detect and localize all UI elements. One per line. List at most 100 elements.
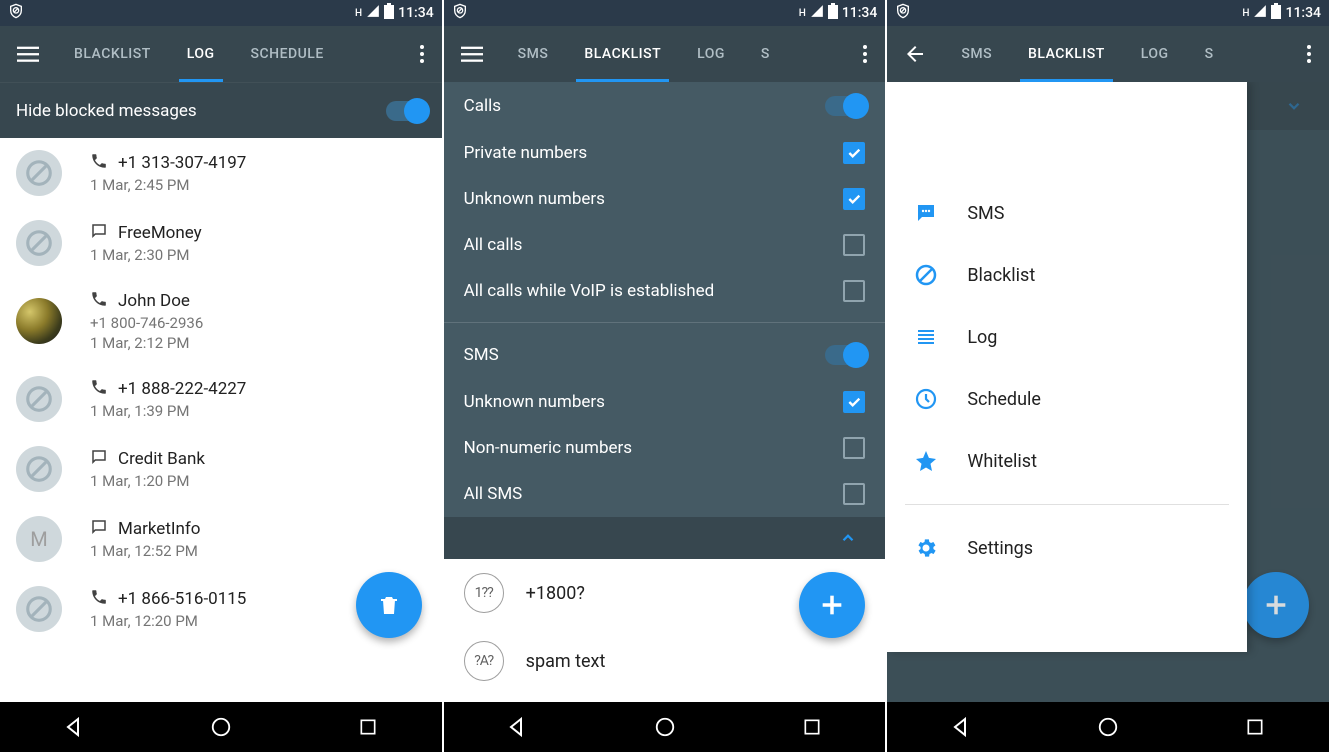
- entry-title: +1 866-516-0115: [118, 589, 246, 609]
- overflow-icon[interactable]: [845, 26, 885, 82]
- avatar: [16, 298, 62, 344]
- option-checkbox[interactable]: [843, 280, 865, 302]
- app-bar: BLACKLIST LOG SCHEDULE Hide blocked mess…: [0, 26, 442, 138]
- log-entry[interactable]: MMarketInfo1 Mar, 12:52 PM: [0, 504, 442, 574]
- nav-home[interactable]: [645, 707, 685, 747]
- option-checkbox[interactable]: [843, 437, 865, 459]
- option-row[interactable]: Non-numeric numbers: [444, 425, 886, 471]
- tab-blacklist[interactable]: BLACKLIST: [56, 26, 169, 82]
- battery-icon: [1271, 3, 1281, 23]
- tab-log[interactable]: LOG: [679, 26, 743, 82]
- nav-back[interactable]: [54, 707, 94, 747]
- option-label: All SMS: [464, 484, 523, 504]
- tab-blacklist[interactable]: BLACKLIST: [1010, 26, 1123, 82]
- fab-add[interactable]: [799, 572, 865, 638]
- avatar: [16, 376, 62, 422]
- option-checkbox[interactable]: [843, 391, 865, 413]
- sms-icon: [90, 448, 108, 470]
- whitelist-icon: [913, 448, 939, 474]
- nav-home[interactable]: [201, 707, 241, 747]
- drawer-label: SMS: [967, 203, 1004, 224]
- h-indicator: H: [1242, 8, 1249, 19]
- tab-log[interactable]: LOG: [169, 26, 233, 82]
- tab-schedule-cut[interactable]: S: [743, 26, 788, 82]
- drawer-item-whitelist[interactable]: Whitelist: [887, 430, 1247, 492]
- phone-icon: [90, 588, 108, 610]
- schedule-icon: [913, 386, 939, 412]
- log-entry[interactable]: Credit Bank1 Mar, 1:20 PM: [0, 434, 442, 504]
- tab-log[interactable]: LOG: [1123, 26, 1187, 82]
- section-switch[interactable]: [825, 96, 865, 116]
- nav-back[interactable]: [941, 707, 981, 747]
- settings-panel: CallsPrivate numbersUnknown numbersAll c…: [444, 82, 886, 517]
- overflow-icon[interactable]: [1289, 26, 1329, 82]
- rule-text: +1800?: [526, 583, 585, 604]
- option-row[interactable]: All calls: [444, 222, 886, 268]
- option-row[interactable]: All calls while VoIP is established: [444, 268, 886, 314]
- option-row[interactable]: Unknown numbers: [444, 379, 886, 425]
- nav-home[interactable]: [1088, 707, 1128, 747]
- option-label: All calls while VoIP is established: [464, 281, 715, 301]
- option-label: Private numbers: [464, 143, 588, 163]
- tab-sms[interactable]: SMS: [500, 26, 567, 82]
- signal-icon: [1253, 4, 1267, 22]
- android-nav-bar: [444, 702, 886, 752]
- nav-back[interactable]: [497, 707, 537, 747]
- blacklist-rule[interactable]: ?A? spam text: [444, 627, 886, 695]
- option-row[interactable]: All SMS: [444, 471, 886, 517]
- log-entry[interactable]: +1 888-222-42271 Mar, 1:39 PM: [0, 364, 442, 434]
- option-checkbox[interactable]: [843, 234, 865, 256]
- back-arrow-icon[interactable]: [887, 26, 943, 82]
- drawer-item-blacklist[interactable]: Blacklist: [887, 244, 1247, 306]
- tab-blacklist[interactable]: BLACKLIST: [566, 26, 679, 82]
- blacklist-icon: [913, 262, 939, 288]
- drawer-label: Log: [967, 327, 997, 348]
- option-row[interactable]: Private numbers: [444, 130, 886, 176]
- tab-schedule-cut[interactable]: S: [1187, 26, 1232, 82]
- entry-time: 1 Mar, 2:30 PM: [90, 246, 426, 264]
- h-indicator: H: [799, 8, 806, 19]
- entry-time: 1 Mar, 12:52 PM: [90, 542, 426, 560]
- entry-number: +1 800-746-2936: [90, 314, 426, 332]
- overflow-icon[interactable]: [402, 26, 442, 82]
- option-checkbox[interactable]: [843, 142, 865, 164]
- shield-icon: [895, 3, 911, 23]
- fab-delete[interactable]: [356, 572, 422, 638]
- navigation-drawer: SMS Blacklist Log ScheduleWhitelist Settings: [887, 82, 1247, 652]
- rule-text: spam text: [526, 651, 606, 672]
- app-bar: SMS BLACKLIST LOG S: [444, 26, 886, 82]
- option-checkbox[interactable]: [843, 483, 865, 505]
- sms-icon: [913, 200, 939, 226]
- hide-blocked-row: Hide blocked messages: [0, 82, 442, 138]
- hamburger-icon[interactable]: [444, 26, 500, 82]
- drawer-item-sms[interactable]: SMS: [887, 182, 1247, 244]
- nav-recent[interactable]: [1235, 707, 1275, 747]
- clock-text: 11:34: [1285, 5, 1321, 21]
- nav-recent[interactable]: [348, 707, 388, 747]
- tabs-bar: SMS BLACKLIST LOG S: [943, 26, 1289, 82]
- log-entry[interactable]: +1 313-307-41971 Mar, 2:45 PM: [0, 138, 442, 208]
- drawer-item-schedule[interactable]: Schedule: [887, 368, 1247, 430]
- option-checkbox[interactable]: [843, 188, 865, 210]
- section-switch[interactable]: [825, 345, 865, 365]
- tab-schedule[interactable]: SCHEDULE: [233, 26, 342, 82]
- drawer-item-log[interactable]: Log: [887, 306, 1247, 368]
- battery-icon: [384, 3, 394, 23]
- drawer-item-settings[interactable]: Settings: [887, 517, 1247, 579]
- collapse-bar[interactable]: [444, 517, 886, 559]
- fab-add[interactable]: [1243, 572, 1309, 638]
- log-entry[interactable]: John Doe+1 800-746-29361 Mar, 2:12 PM: [0, 278, 442, 364]
- rule-badge: ?A?: [464, 641, 504, 681]
- hide-blocked-switch[interactable]: [386, 101, 426, 121]
- option-label: All calls: [464, 235, 523, 255]
- log-entry[interactable]: FreeMoney1 Mar, 2:30 PM: [0, 208, 442, 278]
- hamburger-icon[interactable]: [0, 26, 56, 82]
- nav-recent[interactable]: [792, 707, 832, 747]
- entry-title: John Doe: [118, 291, 190, 311]
- app-bar: SMS BLACKLIST LOG S: [887, 26, 1329, 82]
- option-row[interactable]: Unknown numbers: [444, 176, 886, 222]
- entry-time: 1 Mar, 2:45 PM: [90, 176, 426, 194]
- avatar: [16, 220, 62, 266]
- tab-sms[interactable]: SMS: [943, 26, 1010, 82]
- battery-icon: [828, 3, 838, 23]
